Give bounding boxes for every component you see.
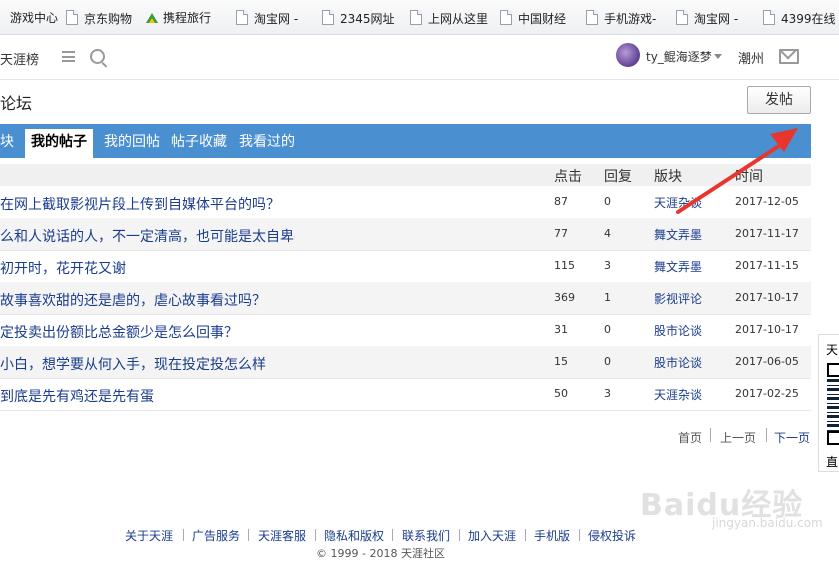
annotation-arrow-icon bbox=[676, 128, 798, 214]
